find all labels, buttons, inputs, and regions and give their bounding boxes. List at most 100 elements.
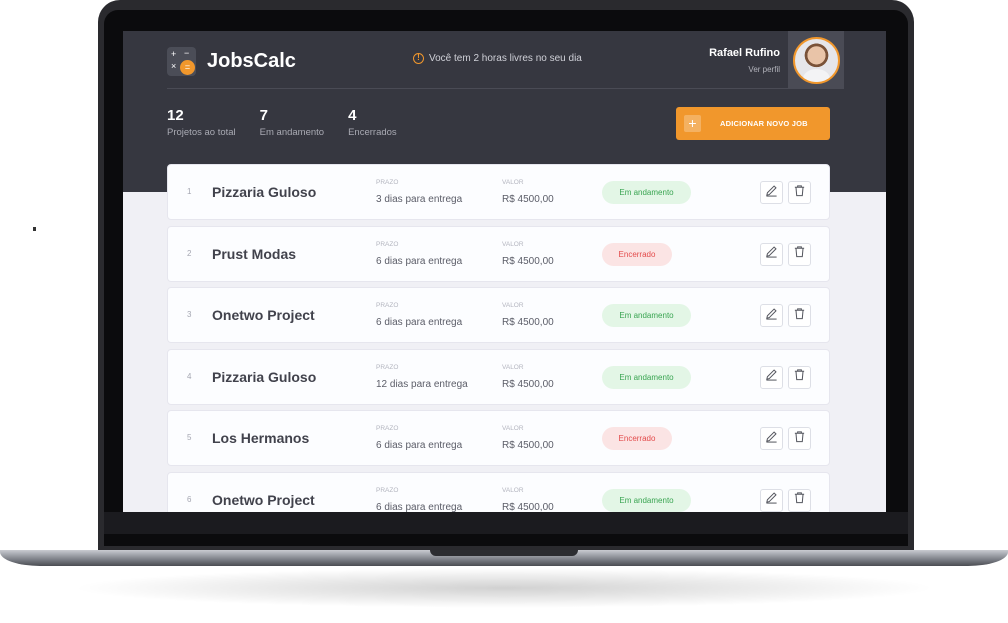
laptop-chin [104, 512, 908, 534]
edit-button[interactable] [760, 488, 783, 512]
trash-icon [793, 430, 806, 448]
calculator-icon: + − × = [167, 47, 196, 76]
job-name: Onetwo Project [212, 307, 315, 323]
value-caption: VALOR [502, 425, 524, 432]
stat-in-progress: 7 Em andamento [260, 107, 324, 138]
laptop-mockup: + − × = JobsCalc ! Você tem 2 horas livr… [0, 0, 1008, 623]
job-value: R$ 4500,00 [502, 378, 554, 390]
delete-button[interactable] [788, 427, 811, 450]
job-id: 2 [187, 248, 192, 258]
value-caption: VALOR [502, 486, 524, 494]
value-caption: VALOR [502, 363, 524, 371]
trash-icon [793, 368, 806, 386]
deadline-value: 6 dias para entrega [376, 317, 463, 328]
deadline-value: 3 dias para entrega [376, 194, 463, 205]
status-badge: Em andamento [602, 488, 691, 512]
app-name: JobsCalc [207, 50, 296, 72]
logo-key-minus: − [184, 48, 190, 58]
laptop-shadow [70, 568, 938, 608]
job-name: Pizzaria Guloso [212, 184, 317, 200]
delete-button[interactable] [788, 488, 811, 512]
user-name: Rafael Rufino [709, 46, 780, 59]
job-value: R$ 4500,00 [502, 317, 554, 328]
warning-icon: ! [413, 53, 424, 64]
trash-icon [793, 491, 806, 509]
deadline-caption: PRAZO [376, 486, 399, 494]
pencil-icon [765, 307, 778, 325]
job-name: Los Hermanos [212, 430, 310, 446]
add-new-job-button[interactable]: + ADICIONAR NOVO JOB [676, 107, 830, 140]
edit-button[interactable] [760, 242, 783, 266]
job-card[interactable]: 5 Los Hermanos PRAZO 6 dias para entrega VAL… [167, 410, 830, 466]
stat-closed: 4 Encerrados [348, 107, 397, 138]
app-screen: + − × = JobsCalc ! Você tem 2 horas livr… [123, 31, 886, 512]
logo-key-equals: = [180, 60, 195, 75]
profile-text: Rafael Rufino Ver perfil [709, 47, 780, 74]
laptop-notch [430, 550, 578, 556]
job-id: 5 [187, 433, 192, 442]
logo-key-plus: + [171, 49, 177, 59]
deadline-caption: PRAZO [376, 240, 399, 248]
job-card[interactable]: 3 Onetwo Project PRAZO 6 dias para entrega V… [167, 287, 830, 343]
job-name: Prust Modas [212, 245, 297, 262]
job-card[interactable]: 4 Pizzaria Guloso PRAZO 12 dias para entreg… [167, 348, 830, 405]
free-hours-notice: ! Você tem 2 horas livres no seu dia [413, 53, 582, 64]
edit-button[interactable] [760, 427, 783, 450]
status-badge: Encerrado [602, 427, 672, 450]
header-divider [167, 88, 843, 89]
stat-label: Em andamento [259, 127, 325, 138]
job-card[interactable]: 2 Prust Modas PRAZO 6 dias para entrega VALO… [167, 225, 830, 282]
job-card[interactable]: 1 Pizzaria Guloso PRAZO 3 dias para entrega… [167, 164, 830, 220]
job-list: 1 Pizzaria Guloso PRAZO 3 dias para entrega… [167, 164, 830, 512]
job-value: R$ 4500,00 [502, 501, 554, 513]
deadline-caption: PRAZO [376, 179, 399, 186]
job-id: 6 [187, 494, 192, 504]
stat-total: 12 Projetos ao total [167, 107, 236, 138]
job-name: Pizzaria Guloso [212, 368, 317, 385]
decor-dot-left [33, 227, 36, 231]
trash-icon [793, 307, 806, 325]
stat-value: 7 [259, 107, 268, 124]
job-card[interactable]: 6 Onetwo Project PRAZO 6 dias para entrega V… [167, 471, 830, 513]
value-caption: VALOR [502, 302, 524, 309]
stat-value: 4 [348, 107, 357, 124]
delete-button[interactable] [788, 365, 811, 389]
job-value: R$ 4500,00 [502, 255, 554, 267]
value-caption: VALOR [502, 240, 524, 248]
value-caption: VALOR [502, 179, 524, 186]
pencil-icon [765, 368, 778, 386]
trash-icon [793, 245, 806, 263]
stat-label: Projetos ao total [167, 127, 236, 138]
view-profile-link[interactable]: Ver perfil [709, 65, 780, 74]
status-badge: Em andamento [602, 181, 691, 204]
user-profile[interactable]: Rafael Rufino Ver perfil [709, 31, 844, 89]
app-logo[interactable]: + − × = JobsCalc [167, 47, 296, 76]
job-name: Onetwo Project [212, 491, 315, 508]
pencil-icon [765, 430, 778, 448]
status-badge: Encerrado [602, 242, 672, 266]
job-value: R$ 4500,00 [502, 440, 554, 451]
delete-button[interactable] [788, 242, 811, 266]
plus-icon: + [684, 115, 701, 132]
deadline-value: 6 dias para entrega [376, 501, 463, 513]
trash-icon [793, 184, 806, 202]
delete-button[interactable] [788, 181, 811, 204]
job-id: 4 [187, 371, 192, 381]
project-stats: 12 Projetos ao total 7 Em andamento 4 En… [167, 107, 421, 138]
deadline-value: 12 dias para entrega [376, 378, 468, 390]
deadline-value: 6 dias para entrega [376, 440, 463, 451]
edit-button[interactable] [760, 365, 783, 389]
job-value: R$ 4500,00 [502, 194, 554, 205]
deadline-caption: PRAZO [376, 363, 399, 371]
notice-text: Você tem 2 horas livres no seu dia [429, 53, 582, 64]
logo-key-times: × [171, 61, 177, 71]
job-id: 1 [187, 187, 192, 196]
deadline-value: 6 dias para entrega [376, 255, 463, 267]
edit-button[interactable] [760, 181, 783, 204]
edit-button[interactable] [760, 304, 783, 327]
avatar-frame[interactable] [788, 31, 844, 89]
pencil-icon [765, 491, 778, 509]
delete-button[interactable] [788, 304, 811, 327]
avatar[interactable] [792, 36, 840, 84]
deadline-caption: PRAZO [376, 425, 399, 432]
